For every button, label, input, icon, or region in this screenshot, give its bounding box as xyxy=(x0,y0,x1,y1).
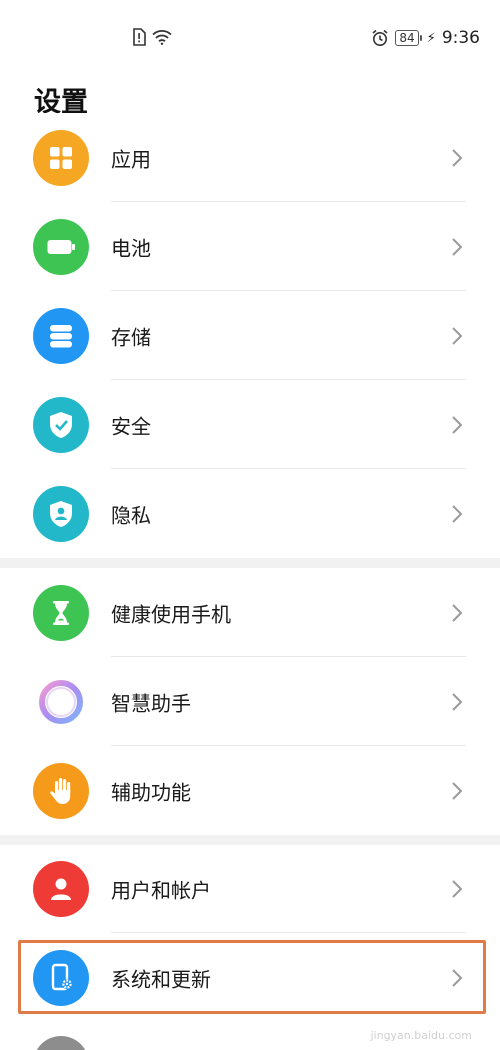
settings-item-accessibility[interactable]: 辅助功能 xyxy=(0,746,500,835)
settings-item-label: 安全 xyxy=(111,414,151,438)
settings-item-users-accounts[interactable]: 用户和帐户 xyxy=(0,845,500,933)
settings-item-label: 健康使用手机 xyxy=(111,602,231,626)
settings-item-label: 隐私 xyxy=(111,503,151,527)
next-item-icon xyxy=(33,1036,89,1050)
settings-item-label: 存储 xyxy=(111,325,151,349)
chevron-right-icon xyxy=(452,148,463,167)
chevron-right-icon xyxy=(452,603,463,622)
chevron-right-icon xyxy=(452,415,463,434)
settings-group-2: 健康使用手机 智慧助手 辅助功能 xyxy=(0,568,500,835)
assistant-ring-icon xyxy=(33,673,89,730)
settings-item-battery[interactable]: 电池 xyxy=(0,202,500,291)
charging-icon: ⚡ xyxy=(426,30,436,46)
settings-item-digital-balance[interactable]: 健康使用手机 xyxy=(0,568,500,657)
chevron-right-icon xyxy=(452,880,463,898)
wifi-icon xyxy=(152,30,172,45)
settings-item-label: 辅助功能 xyxy=(111,780,191,804)
settings-item-label: 应用 xyxy=(111,147,151,171)
settings-item-privacy[interactable]: 隐私 xyxy=(0,469,500,558)
shield-check-icon xyxy=(33,396,89,453)
chevron-right-icon xyxy=(452,692,463,711)
settings-item-label: 用户和帐户 xyxy=(111,878,211,903)
settings-item-apps[interactable]: 应用 xyxy=(0,113,500,202)
user-icon xyxy=(33,861,89,917)
settings-item-system-update[interactable]: 系统和更新 xyxy=(0,933,500,1023)
status-bar: 84 ⚡ 9:36 xyxy=(0,0,500,70)
group-separator xyxy=(0,558,500,568)
chevron-right-icon xyxy=(452,969,463,987)
chevron-right-icon xyxy=(452,781,463,800)
settings-group-1: 应用 电池 存储 安全 隐私 xyxy=(0,113,500,558)
settings-item-security[interactable]: 安全 xyxy=(0,380,500,469)
phone-gear-icon xyxy=(33,950,89,1006)
alarm-icon xyxy=(372,29,388,46)
privacy-shield-icon xyxy=(33,485,89,542)
battery-indicator: 84 xyxy=(395,30,422,46)
group-separator xyxy=(0,835,500,845)
settings-group-3: 用户和帐户 系统和更新 xyxy=(0,845,500,1023)
status-left xyxy=(132,28,172,46)
chevron-right-icon xyxy=(452,504,463,523)
hand-icon xyxy=(33,762,89,819)
storage-icon xyxy=(33,307,89,364)
settings-item-label: 智慧助手 xyxy=(111,691,191,715)
status-right: 84 ⚡ 9:36 xyxy=(371,28,480,48)
settings-item-storage[interactable]: 存储 xyxy=(0,291,500,380)
watermark: jingyan.baidu.com xyxy=(370,1029,472,1042)
chevron-right-icon xyxy=(452,326,463,345)
sim-alert-icon xyxy=(133,28,146,46)
chevron-right-icon xyxy=(452,237,463,256)
apps-icon xyxy=(33,129,89,186)
settings-item-smart-assistant[interactable]: 智慧助手 xyxy=(0,657,500,746)
settings-item-label: 系统和更新 xyxy=(111,967,211,992)
hourglass-icon xyxy=(33,584,89,641)
clock-time: 9:36 xyxy=(441,28,480,48)
battery-icon xyxy=(33,218,89,275)
settings-item-label: 电池 xyxy=(111,236,151,260)
